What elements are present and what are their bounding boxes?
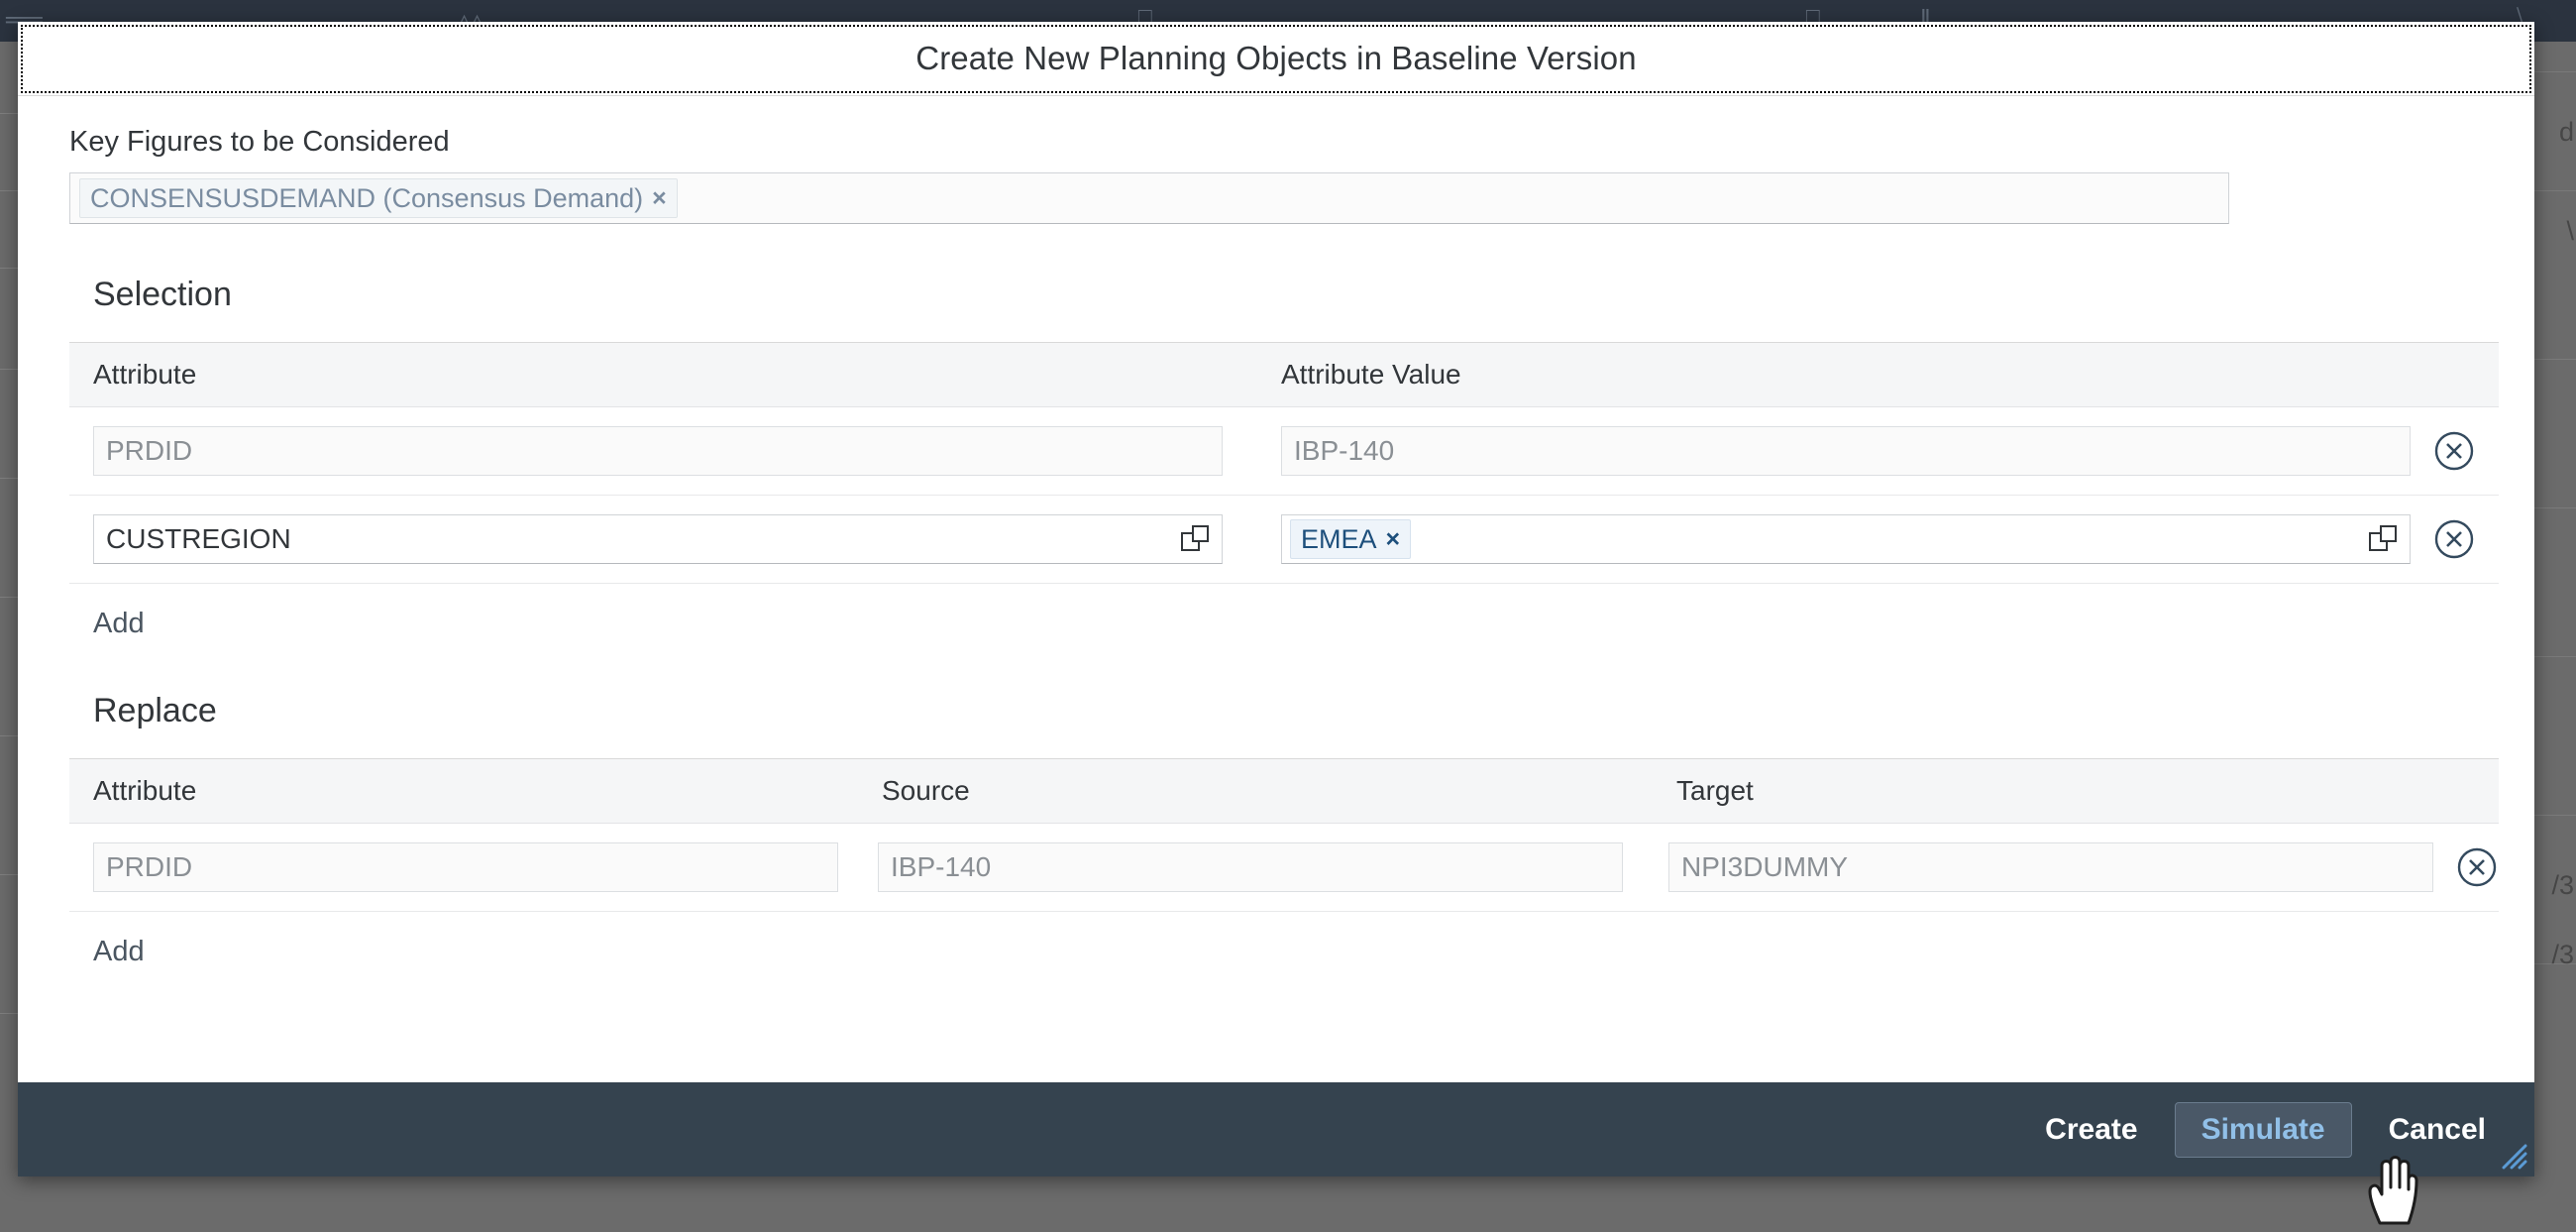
selection-add-link[interactable]: Add	[93, 608, 145, 640]
decline-circle-icon[interactable]	[2432, 429, 2476, 473]
replace-target-cell: NPI3DUMMY	[1647, 842, 2499, 892]
replace-source-cell: IBP-140	[856, 842, 1647, 892]
replace-attribute-value: PRDID	[106, 851, 193, 882]
selection-column-attribute-value: Attribute Value	[1281, 359, 1461, 390]
table-row: CUSTREGION EMEA ×	[69, 496, 2499, 584]
replace-column-attribute: Attribute	[93, 775, 197, 806]
selection-table: Attribute Attribute Value PRDID IBP-140	[69, 342, 2499, 584]
replace-table-header: Attribute Source Target	[69, 759, 2499, 824]
create-planning-objects-dialog: Create New Planning Objects in Baseline …	[18, 22, 2534, 1176]
dialog-header: Create New Planning Objects in Baseline …	[18, 22, 2534, 96]
replace-target-input[interactable]: NPI3DUMMY	[1668, 842, 2433, 892]
background-left-strip	[0, 42, 20, 1227]
key-figures-input[interactable]: CONSENSUSDEMAND (Consensus Demand) ×	[69, 172, 2229, 224]
value-help-icon[interactable]	[1180, 524, 1210, 554]
selection-value-input[interactable]: IBP-140	[1281, 426, 2411, 476]
dialog-title: Create New Planning Objects in Baseline …	[915, 40, 1637, 76]
selection-value-text: IBP-140	[1294, 435, 1395, 466]
selection-section: Selection Attribute Attribute Value PRDI…	[69, 276, 2499, 640]
create-button[interactable]: Create	[2018, 1102, 2164, 1158]
table-row: PRDID IBP-140	[69, 407, 2499, 496]
decline-circle-icon[interactable]	[2455, 845, 2499, 889]
background-text: d	[2558, 117, 2574, 147]
replace-attribute-cell: PRDID	[69, 842, 856, 892]
background-gridline	[0, 113, 20, 114]
replace-source-value: IBP-140	[891, 851, 992, 882]
simulate-button[interactable]: Simulate	[2174, 1101, 2352, 1158]
dialog-body: Key Figures to be Considered CONSENSUSDE…	[18, 96, 2534, 1082]
selection-attribute-value: CUSTREGION	[106, 523, 291, 554]
selection-attribute-cell: PRDID	[69, 426, 1256, 476]
replace-add-link[interactable]: Add	[93, 936, 145, 968]
dialog-footer: Create Simulate Cancel	[18, 1082, 2534, 1176]
background-gridline	[0, 268, 20, 269]
background-text: /3	[2551, 870, 2574, 900]
background-gridline	[0, 190, 20, 191]
close-icon[interactable]: ×	[1386, 525, 1401, 554]
selection-attribute-input[interactable]: PRDID	[93, 426, 1223, 476]
key-figures-label: Key Figures to be Considered	[69, 126, 450, 158]
selection-attribute-cell: CUSTREGION	[69, 514, 1256, 564]
selection-value-input[interactable]: EMEA ×	[1281, 514, 2411, 564]
selection-attribute-input[interactable]: CUSTREGION	[93, 514, 1223, 564]
replace-section: Replace Attribute Source Target PRDID IB…	[69, 692, 2499, 968]
background-gridline	[0, 478, 20, 479]
replace-column-target: Target	[1676, 775, 1754, 806]
table-row: PRDID IBP-140 NPI3DUMMY	[69, 824, 2499, 912]
background-text: \	[2566, 216, 2574, 246]
selection-value-cell: IBP-140	[1256, 426, 2499, 476]
replace-title: Replace	[93, 692, 217, 729]
background-gridline	[0, 874, 20, 875]
selection-title: Selection	[93, 276, 232, 313]
value-help-icon[interactable]	[2368, 524, 2398, 554]
attribute-value-token[interactable]: EMEA ×	[1290, 519, 1412, 559]
background-text: /3	[2551, 940, 2574, 969]
replace-column-source: Source	[882, 775, 970, 806]
background-gridline	[0, 1013, 20, 1014]
background-gridline	[0, 369, 20, 370]
replace-target-value: NPI3DUMMY	[1681, 851, 1849, 882]
key-figure-token-label: CONSENSUSDEMAND (Consensus Demand)	[90, 182, 644, 213]
background-gridline	[0, 735, 20, 736]
key-figure-token[interactable]: CONSENSUSDEMAND (Consensus Demand) ×	[79, 178, 678, 218]
close-icon[interactable]: ×	[652, 184, 667, 213]
selection-attribute-value: PRDID	[106, 435, 193, 466]
selection-value-cell: EMEA ×	[1256, 514, 2499, 564]
cancel-button[interactable]: Cancel	[2362, 1102, 2513, 1158]
selection-column-attribute: Attribute	[93, 359, 197, 390]
background-gridline	[0, 597, 20, 598]
replace-attribute-input[interactable]: PRDID	[93, 842, 838, 892]
selection-table-header: Attribute Attribute Value	[69, 343, 2499, 407]
attribute-value-token-label: EMEA	[1301, 523, 1377, 554]
replace-table: Attribute Source Target PRDID IBP-140 NP…	[69, 758, 2499, 912]
decline-circle-icon[interactable]	[2432, 517, 2476, 561]
replace-source-input[interactable]: IBP-140	[878, 842, 1624, 892]
